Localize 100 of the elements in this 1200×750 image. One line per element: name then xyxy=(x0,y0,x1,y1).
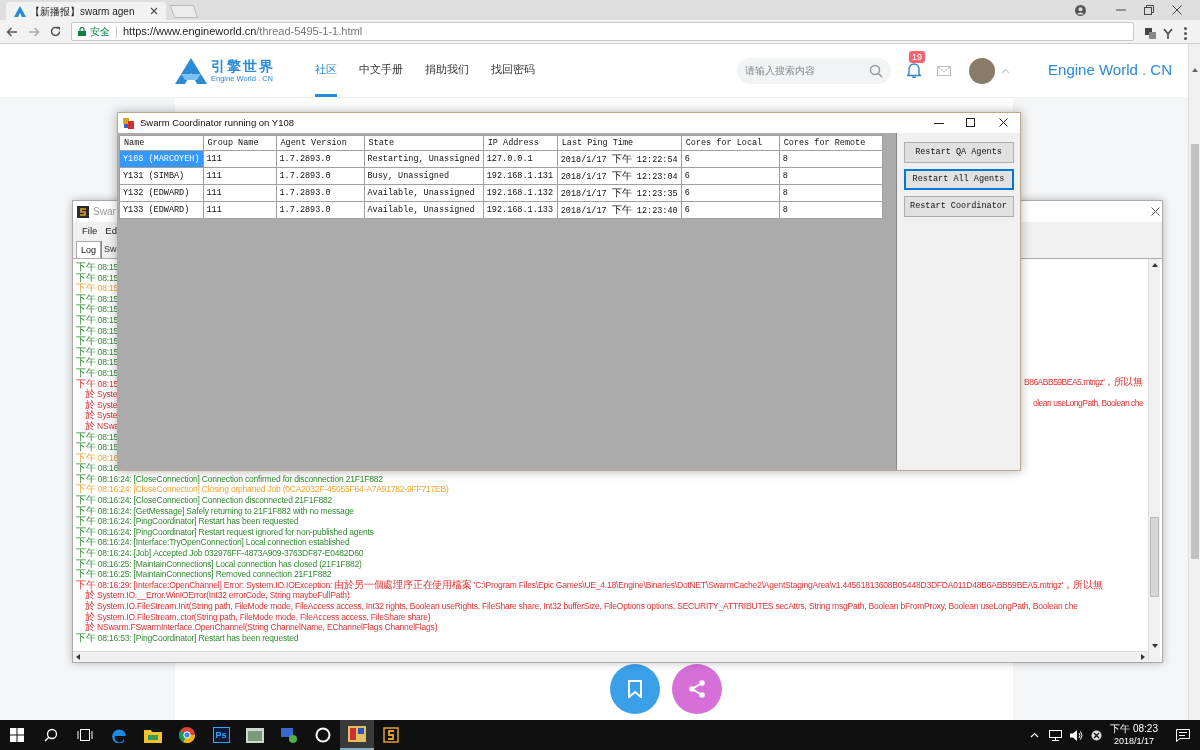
column-header[interactable]: Group Name xyxy=(203,135,276,151)
nav-link[interactable]: 中文手册 xyxy=(359,44,403,97)
maximize-icon[interactable] xyxy=(966,118,975,127)
log-line: 下午 08:15 xyxy=(76,442,119,453)
log-line: 下午 08:16:24: [CloseConnection] Connection disconnected 21F1F882 xyxy=(76,495,332,506)
scroll-down-icon[interactable] xyxy=(1152,644,1158,648)
log-line: 下午 08:16:25: [MaintainConnections] Local connection has closed (21F1F882) xyxy=(76,558,362,569)
log-line: 於 Syste xyxy=(84,399,118,410)
network-icon[interactable] xyxy=(1049,729,1063,741)
log-line: 下午 08:16:29: [Interface:OpenChannel] Error: System.IO.IOException: 由於另一個處理序正在使用檔案 'C:\Program Files\Epic Games\UE_4.18\Engine\Binaries\DotNET\SwarmCache2\AgentStagingArea\v1.44561813608B05448D3DFDA011D48B6ABB59BEA5.mtrigz'，所以無 xyxy=(76,579,1103,590)
translate-icon[interactable] xyxy=(1145,28,1156,39)
action-button[interactable]: Restart QA Agents xyxy=(903,142,1014,163)
brand-text: Engine World . CN xyxy=(1048,60,1172,81)
log-line: olean useLongPath, Boolean che xyxy=(1032,397,1144,409)
log-line: 下午 08:16:24: [PingCoordinator] Restart request ignored for non-published agents xyxy=(76,526,374,537)
log-line: 下午 08:16:24: [Interface:TryOpenConnection] Local connection established xyxy=(76,537,350,548)
log-line: 下午 08:15 xyxy=(76,346,119,357)
window-title: Swarm Coordinator running on Y108 xyxy=(140,115,295,130)
vertical-scrollbar[interactable] xyxy=(1148,259,1160,662)
scrollbar-thumb[interactable] xyxy=(1191,144,1199,559)
clock[interactable]: 下午 08:23 2018/1/17 xyxy=(1110,723,1158,747)
scroll-up-icon[interactable] xyxy=(1192,68,1198,72)
menu-item[interactable]: Ed xyxy=(105,223,117,239)
site-logo-icon xyxy=(14,5,26,17)
nav-link[interactable]: 捐助我们 xyxy=(425,44,469,97)
scrollbar-thumb[interactable] xyxy=(1150,517,1159,597)
notification-badge: 19 xyxy=(909,51,926,63)
log-line: 下午 08:16:53: [PingCoordinator] Restart has been requested xyxy=(76,632,299,643)
grid-app-icon[interactable] xyxy=(340,720,374,750)
column-header[interactable]: Last Ping Time xyxy=(557,135,682,151)
restore-icon[interactable] xyxy=(1144,5,1154,15)
scroll-left-icon[interactable] xyxy=(76,654,80,660)
reload-icon[interactable] xyxy=(50,26,61,37)
status-icon[interactable] xyxy=(1091,729,1103,741)
log-line: 於 System.IO.__Error.WinIOError(Int32 errorCode, String maybeFullPath) xyxy=(85,590,350,601)
close-icon[interactable] xyxy=(999,118,1008,127)
log-line: 下午 08:15 xyxy=(76,378,119,389)
log-line: 下午 08:15 xyxy=(76,357,119,368)
log-line: 下午 08:15 xyxy=(76,314,119,325)
log-line: 下午 08:16:25: [MaintainConnections] Removed connection 21F1F882 xyxy=(76,569,332,580)
log-line: 下午 08:16 xyxy=(76,452,119,463)
share-icon xyxy=(688,680,706,698)
close-icon[interactable] xyxy=(150,7,158,15)
log-line: 下午 08:15 xyxy=(76,283,119,294)
log-line: 下午 08:16:24: [Job] Accepted Job 032976FF-4873A909-3763DF87-E0482D60 xyxy=(76,548,364,559)
extension-icon[interactable] xyxy=(1163,28,1173,39)
menu-item[interactable]: File xyxy=(82,223,98,239)
nav-link[interactable]: 找回密码 xyxy=(491,44,535,97)
address-bar[interactable]: 安全 https://www.engineworld.cn/thread-5495-1-1.html xyxy=(71,22,1134,41)
tab[interactable]: Log xyxy=(76,241,102,258)
url-text: https://www.engineworld.cn/thread-5495-1-1.html xyxy=(123,24,363,40)
column-header[interactable]: Cores for Local xyxy=(681,135,780,151)
action-button[interactable]: Restart All Agents xyxy=(903,169,1014,190)
photoshop-app[interactable]: Ps xyxy=(204,720,238,750)
log-line: 下午 08:15 xyxy=(76,325,119,336)
column-header[interactable]: Cores for Remote xyxy=(779,135,883,151)
log-line: 下午 08:15 xyxy=(76,367,119,378)
close-icon[interactable] xyxy=(1151,207,1160,216)
volume-icon[interactable] xyxy=(1070,729,1084,741)
log-line: 於 Syste xyxy=(85,389,118,400)
action-button[interactable]: Restart Coordinator xyxy=(903,196,1014,217)
log-line: 於 System.IO.FileStream.Init(String path, FileMode mode, FileAccess access, Int32 rights, Boolean useRights, FileShare share, Int32 bufferSize, FileOptions options, SECURITY_ATTRIBUTES secAttrs, String msgPath, Boolean bFromProxy, Boolean useLongPath, Boolean che xyxy=(84,601,1078,611)
app-icon xyxy=(123,117,134,129)
menu-icon[interactable] xyxy=(1184,27,1187,40)
column-header[interactable]: Name xyxy=(119,135,203,151)
close-icon[interactable] xyxy=(1172,5,1182,15)
log-line: B86ABB59BEA5.mtrigz'，所以無 xyxy=(1024,376,1143,388)
column-header[interactable]: IP Address xyxy=(483,135,558,151)
column-header[interactable]: Agent Version xyxy=(276,135,364,151)
caret-up-icon[interactable] xyxy=(1030,732,1040,738)
log-line: 下午 08:16:24: [PingCoordinator] Restart has been requested xyxy=(76,516,299,527)
page-scrollbar[interactable] xyxy=(1188,44,1200,720)
bell-icon[interactable] xyxy=(907,63,922,78)
back-icon[interactable] xyxy=(6,26,18,37)
scroll-right-icon[interactable] xyxy=(1141,654,1145,660)
log-line: 於 Syste xyxy=(84,410,118,421)
log-line: 下午 08:16:24: [CloseConnection] Connection confirmed for disconnection 21F1F882 xyxy=(76,473,383,484)
log-line: 下午 08:15 xyxy=(76,304,119,315)
log-line: 下午 08:15 xyxy=(76,431,119,442)
secure-label: 安全 xyxy=(90,25,110,39)
window-title: Swar xyxy=(93,205,116,219)
log-line: 於 NSwarm.FSwarmInterface.OpenChannel(String ChannelName, EChannelFlags ChannelFlags) xyxy=(84,622,438,633)
log-line: 下午 08:15 xyxy=(76,293,119,304)
profile-icon[interactable] xyxy=(1075,4,1086,16)
column-header[interactable]: State xyxy=(364,135,484,151)
log-line: 下午 08:16:24: [CloseConnection] Closing orphaned Job (0CA2032F-45055F64-A7A91782-9FF717EB) xyxy=(76,484,449,495)
browser-tab[interactable]: 【新播报】swarm agen xyxy=(6,2,166,20)
app-icon xyxy=(77,205,89,218)
notification-icon[interactable] xyxy=(1176,728,1190,742)
log-line: 下午 08:15 xyxy=(76,262,119,272)
log-line: 於 System.IO.FileStream..ctor(String path, FileMode mode, FileAccess access, FileShare share) xyxy=(84,611,431,622)
log-line: 下午 08:15 xyxy=(76,336,119,347)
log-line: 下午 08:16:24: [GetMessage] Safely returning to 21F1F882 with no message xyxy=(76,505,354,516)
site-logo-icon xyxy=(175,57,207,84)
avatar[interactable] xyxy=(969,57,996,84)
horizontal-scrollbar[interactable] xyxy=(73,651,1148,662)
bookmark-icon xyxy=(628,680,642,698)
tab-title: 【新播报】swarm agen xyxy=(30,4,135,19)
logo-text: 引擎世界 xyxy=(211,58,275,73)
scroll-up-icon[interactable] xyxy=(1152,263,1158,267)
